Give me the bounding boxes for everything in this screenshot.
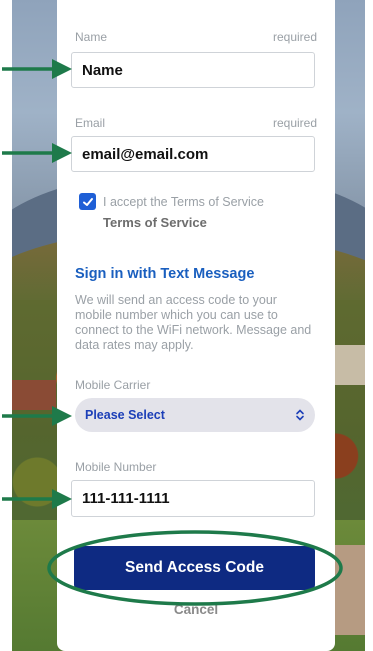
carrier-select[interactable]: Please Select bbox=[75, 398, 315, 432]
carrier-selected-value: Please Select bbox=[85, 408, 165, 422]
mobile-label: Mobile Number bbox=[75, 460, 157, 474]
email-label-row: Email required bbox=[75, 116, 317, 130]
left-frame bbox=[0, 0, 12, 651]
carrier-label: Mobile Carrier bbox=[75, 378, 151, 392]
send-access-code-button[interactable]: Send Access Code bbox=[74, 546, 315, 590]
email-field-value: email@email.com bbox=[82, 145, 209, 163]
email-required-hint: required bbox=[272, 116, 317, 130]
mobile-number-value: 111-111-1111 bbox=[82, 490, 170, 507]
name-field-value: Name bbox=[82, 61, 123, 79]
name-label-row: Name required bbox=[75, 30, 317, 44]
name-required-hint: required bbox=[272, 30, 317, 44]
terms-of-service-link[interactable]: Terms of Service bbox=[103, 215, 207, 230]
sms-description: We will send an access code to your mobi… bbox=[75, 293, 312, 352]
right-frame bbox=[365, 0, 373, 651]
cancel-button[interactable]: Cancel bbox=[57, 602, 335, 617]
name-field[interactable]: Name bbox=[71, 52, 315, 88]
updown-chevron-icon bbox=[296, 409, 304, 421]
terms-checkbox[interactable] bbox=[79, 193, 96, 210]
sms-section-title: Sign in with Text Message bbox=[75, 266, 255, 282]
wifi-login-panel: Name required Name Email required email@… bbox=[57, 0, 335, 651]
check-icon bbox=[82, 197, 93, 206]
email-field[interactable]: email@email.com bbox=[71, 136, 315, 172]
name-label: Name bbox=[75, 30, 108, 44]
mobile-number-field[interactable]: 111-111-1111 bbox=[71, 480, 315, 517]
email-label: Email bbox=[75, 116, 106, 130]
terms-accept-text: I accept the Terms of Service bbox=[103, 195, 264, 209]
